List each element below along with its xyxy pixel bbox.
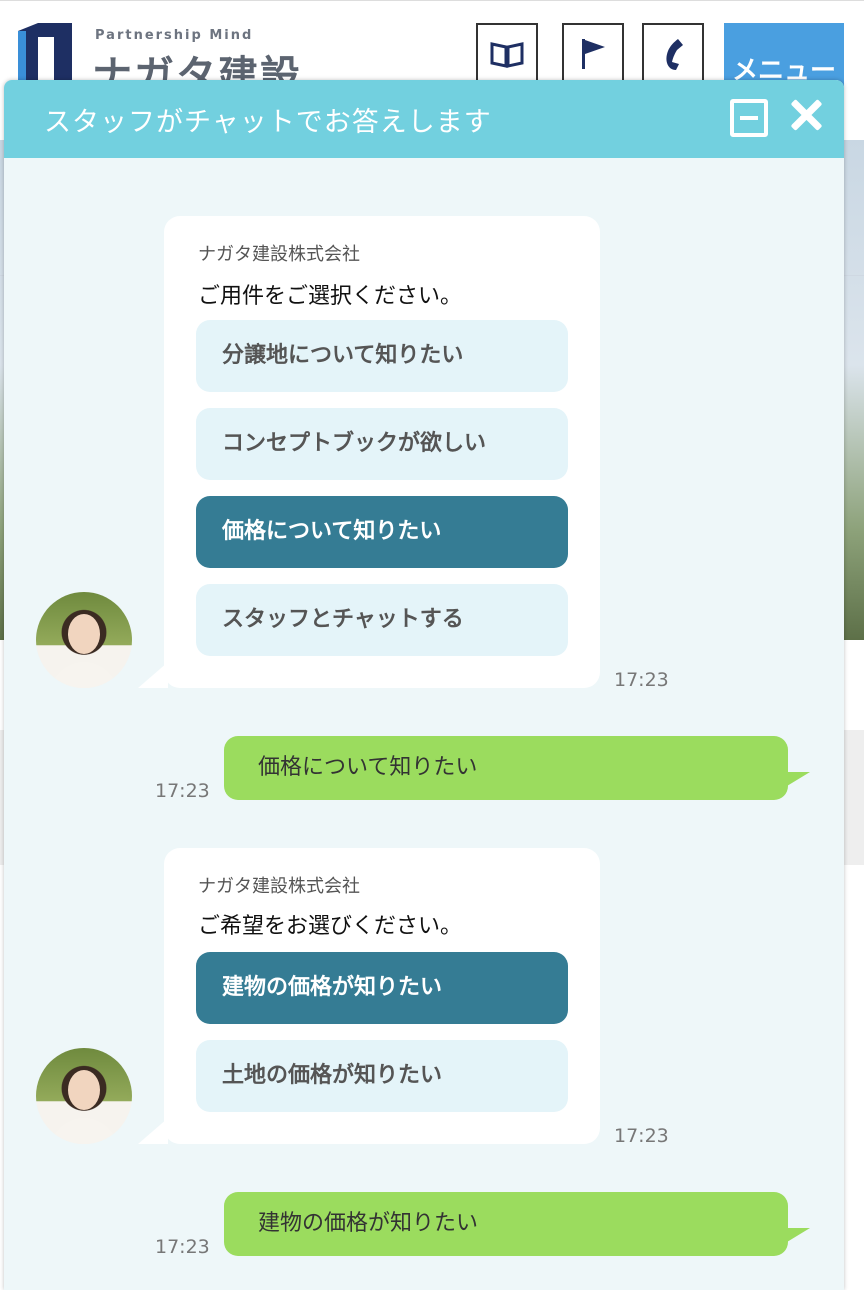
message-prompt: ご用件をご選択ください。	[198, 284, 463, 309]
message-time: 17:23	[614, 1125, 669, 1147]
bot-message: ナガタ建設株式会社 ご用件をご選択ください。 分譲地について知りたい コンセプト…	[164, 216, 600, 688]
chat-widget: スタッフがチャットでお答えします ナガタ建設株式会社 ご用件をご選択ください。 …	[4, 80, 844, 1290]
logo-tagline: Partnership Mind	[95, 28, 254, 43]
user-message: 建物の価格が知りたい	[224, 1192, 788, 1256]
close-icon[interactable]	[788, 98, 822, 132]
minimize-icon[interactable]	[730, 99, 768, 137]
avatar	[36, 1048, 132, 1144]
sender-name: ナガタ建設株式会社	[198, 876, 360, 897]
phone-button[interactable]	[642, 23, 704, 85]
message-time: 17:23	[614, 669, 669, 691]
logo-icon	[18, 23, 72, 83]
option-button[interactable]: 分譲地について知りたい	[196, 320, 568, 392]
message-time: 17:23	[155, 780, 210, 802]
bot-message: ナガタ建設株式会社 ご希望をお選びください。 建物の価格が知りたい 土地の価格が…	[164, 848, 600, 1144]
avatar	[36, 592, 132, 688]
flag-icon	[582, 39, 605, 69]
chat-title: スタッフがチャットでお答えします	[44, 107, 492, 138]
option-button[interactable]: 土地の価格が知りたい	[196, 1040, 568, 1112]
phone-icon	[666, 39, 683, 70]
message-prompt: ご希望をお選びください。	[198, 914, 463, 939]
site-header: Partnership Mind ナガタ建設 メニュー	[0, 0, 864, 99]
option-button-selected[interactable]: 建物の価格が知りたい	[196, 952, 568, 1024]
option-button-selected[interactable]: 価格について知りたい	[196, 496, 568, 568]
user-message: 価格について知りたい	[224, 736, 788, 800]
sender-name: ナガタ建設株式会社	[198, 244, 360, 265]
option-button[interactable]: スタッフとチャットする	[196, 584, 568, 656]
chat-header: スタッフがチャットでお答えします	[4, 80, 844, 158]
book-icon	[490, 42, 524, 68]
message-time: 17:23	[155, 1236, 210, 1258]
book-button[interactable]	[476, 23, 538, 85]
option-button[interactable]: コンセプトブックが欲しい	[196, 408, 568, 480]
flag-button[interactable]	[562, 23, 624, 85]
